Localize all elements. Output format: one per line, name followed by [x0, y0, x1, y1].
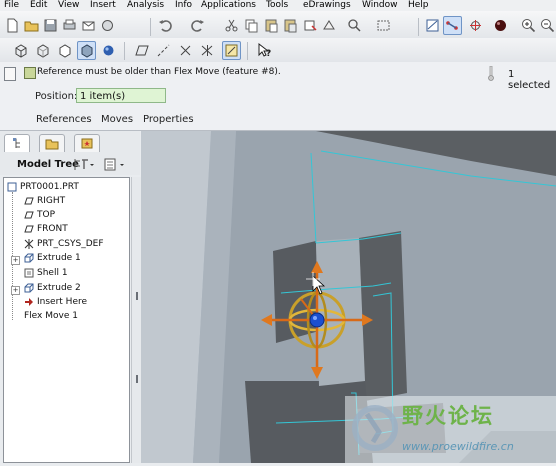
toolbar-separator [150, 18, 151, 36]
paste-icon[interactable] [262, 16, 281, 35]
insert-arrow-icon [24, 297, 34, 307]
tree-node-label: Insert Here [37, 297, 88, 307]
find-icon[interactable] [345, 16, 364, 35]
selection-count: 1 selected [508, 69, 551, 91]
copy-icon[interactable] [242, 16, 261, 35]
paste-special-icon[interactable] [281, 16, 300, 35]
shell-icon [24, 268, 34, 278]
hidden-line-icon[interactable] [33, 41, 52, 60]
expand-toggle[interactable]: + [11, 286, 20, 295]
tab-properties[interactable]: Properties [143, 114, 194, 125]
tree-node-label: TOP [37, 210, 56, 220]
extrude-icon [24, 253, 34, 263]
position-collector-field[interactable]: 1 item(s) [76, 88, 166, 103]
menu-file[interactable]: File [4, 0, 19, 10]
shading-icon[interactable] [77, 41, 96, 60]
menu-help[interactable]: Help [408, 0, 429, 10]
message-info-icon [24, 67, 36, 79]
sketch-tool-icon[interactable] [222, 41, 241, 60]
menu-applications[interactable]: Applications [201, 0, 256, 10]
datum-plane-icon [24, 210, 34, 220]
appearance-icon[interactable] [491, 16, 510, 35]
menu-info[interactable]: Info [175, 0, 192, 10]
tree-node-label: Extrude 2 [37, 283, 81, 293]
model-tree-title: Model Tree [17, 159, 79, 170]
tab-favorites[interactable] [74, 134, 100, 152]
tree-node-label: Extrude 1 [37, 253, 81, 263]
tab-moves[interactable]: Moves [101, 114, 133, 125]
main-toolbar [0, 11, 556, 38]
save-icon[interactable] [41, 16, 60, 35]
email-icon[interactable] [98, 16, 117, 35]
show-options-icon[interactable] [102, 157, 128, 172]
print-icon[interactable] [60, 16, 79, 35]
datum-plane-icon [24, 224, 34, 234]
dashboard-feature-icon [4, 67, 16, 81]
menu-analysis[interactable]: Analysis [127, 0, 164, 10]
datum-plane-tool-icon[interactable] [133, 41, 152, 60]
tree-node-label: Shell 1 [37, 268, 68, 278]
regen-manager-icon[interactable] [320, 16, 339, 35]
datum-axes-icon[interactable] [443, 16, 462, 35]
tree-node-label: RIGHT [37, 196, 66, 206]
position-label: Position: [35, 91, 78, 102]
coordinate-system-tool-icon[interactable] [198, 41, 217, 60]
menu-edrawings[interactable]: eDrawings [303, 0, 351, 10]
datum-point-tool-icon[interactable] [176, 41, 195, 60]
tab-references[interactable]: References [36, 114, 92, 125]
panel-sash[interactable] [131, 177, 141, 463]
watermark-title: 野火论坛 [402, 404, 494, 428]
view-toolbar: ? [0, 38, 556, 63]
no-hidden-icon[interactable] [55, 41, 74, 60]
zoom-in-icon[interactable] [519, 16, 538, 35]
spin-center-icon[interactable] [11, 41, 30, 60]
datum-points-icon[interactable] [466, 16, 485, 35]
toolbar-separator [247, 42, 248, 60]
tree-node-label: FRONT [37, 224, 68, 234]
datum-axis-tool-icon[interactable] [154, 41, 173, 60]
zoom-out-icon[interactable] [538, 16, 556, 35]
expand-toggle[interactable]: + [11, 256, 20, 265]
context-help-icon[interactable]: ? [255, 41, 274, 60]
part-icon [7, 182, 17, 192]
menu-bar: File Edit View Insert Analysis Info Appl… [0, 0, 556, 11]
tree-node-label: Flex Move 1 [24, 311, 78, 321]
thermometer-icon [488, 65, 494, 81]
cut-icon[interactable] [222, 16, 241, 35]
extrude-icon [24, 283, 34, 293]
redo-icon[interactable] [188, 16, 207, 35]
enhanced-realism-icon[interactable] [99, 41, 118, 60]
watermark-url: www.proewildfire.cn [402, 440, 514, 453]
undo-icon[interactable] [156, 16, 175, 35]
selection-box-icon[interactable] [374, 16, 393, 35]
coordinate-system-icon [24, 239, 34, 249]
menu-edit[interactable]: Edit [30, 0, 47, 10]
datum-display-icon[interactable] [423, 16, 442, 35]
tab-folder-browser[interactable] [39, 134, 65, 152]
tab-model-tree[interactable] [4, 134, 30, 152]
tree-node-label: PRT_CSYS_DEF [37, 239, 104, 249]
toolbar-separator [418, 18, 419, 36]
watermark-logo-icon [352, 405, 398, 451]
menu-tools[interactable]: Tools [266, 0, 288, 10]
send-mail-icon[interactable] [79, 16, 98, 35]
menu-window[interactable]: Window [362, 0, 398, 10]
menu-insert[interactable]: Insert [90, 0, 116, 10]
tree-node-label: PRT0001.PRT [20, 182, 79, 192]
toolbar-separator [124, 42, 125, 60]
datum-plane-icon [24, 196, 34, 206]
status-message: Reference must be older than Flex Move (… [37, 67, 281, 77]
open-folder-icon[interactable] [22, 16, 41, 35]
tree-settings-icon[interactable] [72, 157, 96, 172]
new-file-icon[interactable] [3, 16, 22, 35]
menu-view[interactable]: View [58, 0, 79, 10]
svg-text:?: ? [266, 49, 271, 59]
regenerate-icon[interactable] [301, 16, 320, 35]
